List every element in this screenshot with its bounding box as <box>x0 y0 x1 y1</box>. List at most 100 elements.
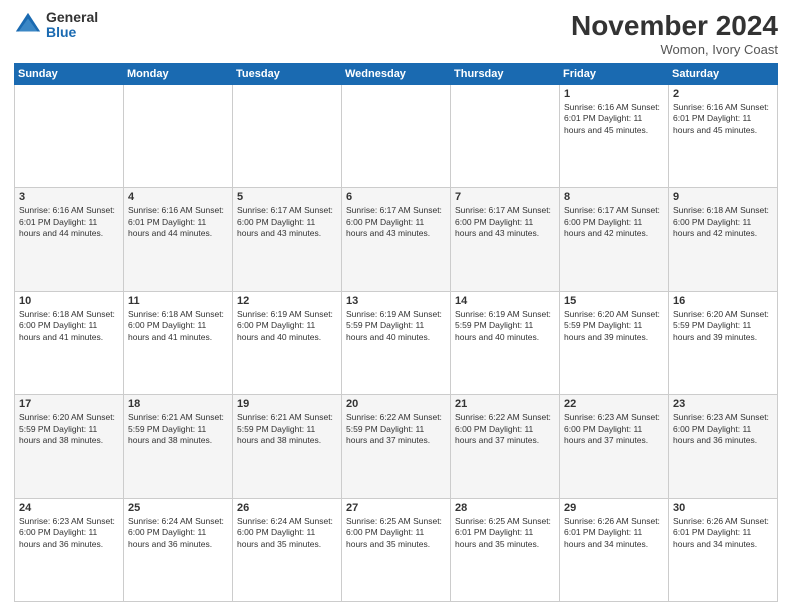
logo-icon <box>14 11 42 39</box>
day-info: Sunrise: 6:19 AM Sunset: 5:59 PM Dayligh… <box>455 309 555 343</box>
day-info: Sunrise: 6:21 AM Sunset: 5:59 PM Dayligh… <box>237 412 337 446</box>
day-info: Sunrise: 6:23 AM Sunset: 6:00 PM Dayligh… <box>19 516 119 550</box>
logo-general-text: General <box>46 10 98 25</box>
table-row: 5Sunrise: 6:17 AM Sunset: 6:00 PM Daylig… <box>233 188 342 291</box>
table-row: 23Sunrise: 6:23 AM Sunset: 6:00 PM Dayli… <box>669 395 778 498</box>
day-number: 26 <box>237 502 337 514</box>
table-row: 3 Sunrise: 6:16 AM Sunset: 6:01 PM Daylig… <box>15 188 124 291</box>
table-row <box>15 85 124 188</box>
table-row: 29Sunrise: 6:26 AM Sunset: 6:01 PM Dayli… <box>560 498 669 601</box>
table-row: 9 Sunrise: 6:18 AM Sunset: 6:00 PM Daylig… <box>669 188 778 291</box>
logo: General Blue <box>14 10 98 41</box>
logo-blue-text: Blue <box>46 25 98 40</box>
table-row: 15 Sunrise: 6:20 AM Sunset: 5:59 PM Dayli… <box>560 291 669 394</box>
col-thursday: Thursday <box>451 64 560 85</box>
day-info: Sunrise: 6:16 AM Sunset: 6:01 PM Dayligh… <box>128 205 228 239</box>
day-info: Sunrise: 6:20 AM Sunset: 5:59 PM Dayligh… <box>673 309 773 343</box>
day-number: 6 <box>346 191 446 203</box>
week-row-4: 17 Sunrise: 6:20 AM Sunset: 5:59 PM Dayli… <box>15 395 778 498</box>
table-row: 17 Sunrise: 6:20 AM Sunset: 5:59 PM Dayli… <box>15 395 124 498</box>
table-row <box>451 85 560 188</box>
day-info: Sunrise: 6:16 AM Sunset: 6:01 PM Dayligh… <box>19 205 119 239</box>
day-info: Sunrise: 6:18 AM Sunset: 6:00 PM Dayligh… <box>19 309 119 343</box>
table-row: 28 Sunrise: 6:25 AM Sunset: 6:01 PM Dayli… <box>451 498 560 601</box>
table-row: 8Sunrise: 6:17 AM Sunset: 6:00 PM Daylig… <box>560 188 669 291</box>
day-number: 2 <box>673 88 773 100</box>
calendar-header-row: Sunday Monday Tuesday Wednesday Thursday… <box>15 64 778 85</box>
day-number: 19 <box>237 398 337 410</box>
table-row <box>124 85 233 188</box>
table-row: 30Sunrise: 6:26 AM Sunset: 6:01 PM Dayli… <box>669 498 778 601</box>
col-saturday: Saturday <box>669 64 778 85</box>
day-number: 14 <box>455 295 555 307</box>
table-row: 22Sunrise: 6:23 AM Sunset: 6:00 PM Dayli… <box>560 395 669 498</box>
table-row: 1Sunrise: 6:16 AM Sunset: 6:01 PM Daylig… <box>560 85 669 188</box>
day-number: 7 <box>455 191 555 203</box>
table-row: 12 Sunrise: 6:19 AM Sunset: 6:00 PM Dayli… <box>233 291 342 394</box>
col-wednesday: Wednesday <box>342 64 451 85</box>
table-row: 21 Sunrise: 6:22 AM Sunset: 6:00 PM Dayli… <box>451 395 560 498</box>
table-row: 2 Sunrise: 6:16 AM Sunset: 6:01 PM Daylig… <box>669 85 778 188</box>
day-info: Sunrise: 6:19 AM Sunset: 6:00 PM Dayligh… <box>237 309 337 343</box>
table-row: 18Sunrise: 6:21 AM Sunset: 5:59 PM Dayli… <box>124 395 233 498</box>
table-row: 10 Sunrise: 6:18 AM Sunset: 6:00 PM Dayli… <box>15 291 124 394</box>
logo-text: General Blue <box>46 10 98 41</box>
day-number: 20 <box>346 398 446 410</box>
day-info: Sunrise: 6:18 AM Sunset: 6:00 PM Dayligh… <box>128 309 228 343</box>
day-info: Sunrise: 6:22 AM Sunset: 5:59 PM Dayligh… <box>346 412 446 446</box>
week-row-3: 10 Sunrise: 6:18 AM Sunset: 6:00 PM Dayli… <box>15 291 778 394</box>
day-number: 10 <box>19 295 119 307</box>
table-row: 11 Sunrise: 6:18 AM Sunset: 6:00 PM Dayli… <box>124 291 233 394</box>
day-info: Sunrise: 6:25 AM Sunset: 6:00 PM Dayligh… <box>346 516 446 550</box>
table-row: 7 Sunrise: 6:17 AM Sunset: 6:00 PM Daylig… <box>451 188 560 291</box>
day-info: Sunrise: 6:22 AM Sunset: 6:00 PM Dayligh… <box>455 412 555 446</box>
day-info: Sunrise: 6:17 AM Sunset: 6:00 PM Dayligh… <box>564 205 664 239</box>
col-monday: Monday <box>124 64 233 85</box>
day-number: 25 <box>128 502 228 514</box>
day-info: Sunrise: 6:24 AM Sunset: 6:00 PM Dayligh… <box>237 516 337 550</box>
table-row: 14 Sunrise: 6:19 AM Sunset: 5:59 PM Dayli… <box>451 291 560 394</box>
table-row: 19 Sunrise: 6:21 AM Sunset: 5:59 PM Dayli… <box>233 395 342 498</box>
day-info: Sunrise: 6:16 AM Sunset: 6:01 PM Dayligh… <box>673 102 773 136</box>
day-info: Sunrise: 6:16 AM Sunset: 6:01 PM Dayligh… <box>564 102 664 136</box>
day-info: Sunrise: 6:25 AM Sunset: 6:01 PM Dayligh… <box>455 516 555 550</box>
day-number: 15 <box>564 295 664 307</box>
day-info: Sunrise: 6:20 AM Sunset: 5:59 PM Dayligh… <box>19 412 119 446</box>
day-number: 11 <box>128 295 228 307</box>
week-row-2: 3 Sunrise: 6:16 AM Sunset: 6:01 PM Daylig… <box>15 188 778 291</box>
day-number: 12 <box>237 295 337 307</box>
day-number: 27 <box>346 502 446 514</box>
calendar-table: Sunday Monday Tuesday Wednesday Thursday… <box>14 63 778 602</box>
day-info: Sunrise: 6:23 AM Sunset: 6:00 PM Dayligh… <box>673 412 773 446</box>
week-row-1: 1Sunrise: 6:16 AM Sunset: 6:01 PM Daylig… <box>15 85 778 188</box>
table-row <box>342 85 451 188</box>
title-block: November 2024 Womon, Ivory Coast <box>571 10 778 57</box>
day-number: 13 <box>346 295 446 307</box>
day-info: Sunrise: 6:17 AM Sunset: 6:00 PM Dayligh… <box>346 205 446 239</box>
day-number: 18 <box>128 398 228 410</box>
day-number: 3 <box>19 191 119 203</box>
day-number: 21 <box>455 398 555 410</box>
location: Womon, Ivory Coast <box>571 42 778 57</box>
day-number: 16 <box>673 295 773 307</box>
day-number: 4 <box>128 191 228 203</box>
day-number: 28 <box>455 502 555 514</box>
table-row: 16 Sunrise: 6:20 AM Sunset: 5:59 PM Dayli… <box>669 291 778 394</box>
day-info: Sunrise: 6:17 AM Sunset: 6:00 PM Dayligh… <box>455 205 555 239</box>
day-info: Sunrise: 6:20 AM Sunset: 5:59 PM Dayligh… <box>564 309 664 343</box>
table-row: 24Sunrise: 6:23 AM Sunset: 6:00 PM Dayli… <box>15 498 124 601</box>
day-number: 30 <box>673 502 773 514</box>
table-row: 20 Sunrise: 6:22 AM Sunset: 5:59 PM Dayli… <box>342 395 451 498</box>
week-row-5: 24Sunrise: 6:23 AM Sunset: 6:00 PM Dayli… <box>15 498 778 601</box>
day-number: 17 <box>19 398 119 410</box>
table-row <box>233 85 342 188</box>
day-info: Sunrise: 6:18 AM Sunset: 6:00 PM Dayligh… <box>673 205 773 239</box>
table-row: 25Sunrise: 6:24 AM Sunset: 6:00 PM Dayli… <box>124 498 233 601</box>
page: General Blue November 2024 Womon, Ivory … <box>0 0 792 612</box>
day-info: Sunrise: 6:19 AM Sunset: 5:59 PM Dayligh… <box>346 309 446 343</box>
table-row: 6 Sunrise: 6:17 AM Sunset: 6:00 PM Daylig… <box>342 188 451 291</box>
header: General Blue November 2024 Womon, Ivory … <box>14 10 778 57</box>
day-number: 9 <box>673 191 773 203</box>
day-info: Sunrise: 6:23 AM Sunset: 6:00 PM Dayligh… <box>564 412 664 446</box>
table-row: 13 Sunrise: 6:19 AM Sunset: 5:59 PM Dayli… <box>342 291 451 394</box>
